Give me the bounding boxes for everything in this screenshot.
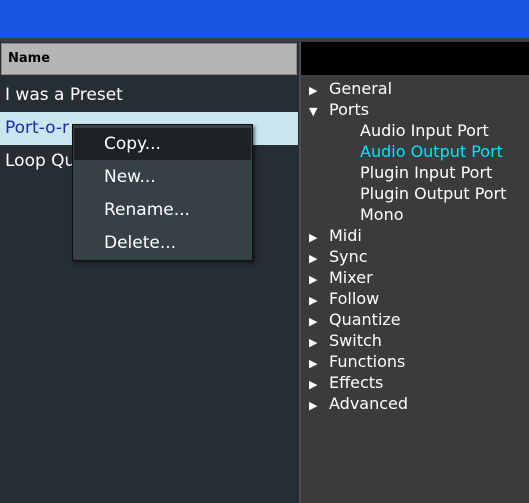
tree-item-effects[interactable]: ▶ Effects: [309, 372, 383, 393]
list-item[interactable]: I was a Preset: [0, 79, 298, 112]
expand-arrow-icon[interactable]: ▶: [309, 80, 329, 101]
tree-item-label: Functions: [329, 352, 406, 371]
column-header-name[interactable]: Name: [1, 43, 297, 75]
tree-item-label: Advanced: [329, 394, 409, 413]
tree-item-audio-input-port[interactable]: Audio Input Port: [360, 120, 489, 141]
expand-arrow-icon[interactable]: ▶: [309, 395, 329, 416]
tree-item-functions[interactable]: ▶ Functions: [309, 351, 405, 372]
tree-item-label: Ports: [329, 100, 370, 119]
tree-item-label: General: [329, 79, 393, 98]
tree-item-quantize[interactable]: ▶ Quantize: [309, 309, 401, 330]
tree-item-mono[interactable]: Mono: [360, 204, 404, 225]
tree-item-general[interactable]: ▶ General: [309, 78, 392, 99]
expand-arrow-icon[interactable]: ▶: [309, 374, 329, 395]
menu-item-copy[interactable]: Copy...: [74, 128, 251, 160]
expand-arrow-icon[interactable]: ▶: [309, 332, 329, 353]
settings-tree-panel: ▶ General ▼ Ports Audio Input Port Audio O…: [301, 42, 529, 503]
tree-item-label: Mixer: [329, 268, 373, 287]
menu-item-delete[interactable]: Delete...: [74, 227, 251, 259]
tree-item-advanced[interactable]: ▶ Advanced: [309, 393, 408, 414]
tree-item-ports[interactable]: ▼ Ports: [309, 99, 369, 120]
tree-item-mixer[interactable]: ▶ Mixer: [309, 267, 373, 288]
tree-item-audio-output-port[interactable]: Audio Output Port: [360, 141, 503, 162]
expand-arrow-icon[interactable]: ▶: [309, 269, 329, 290]
tree-item-label: Sync: [329, 247, 368, 266]
menu-item-rename[interactable]: Rename...: [74, 194, 251, 226]
tree-header: [301, 42, 529, 75]
tree-item-sync[interactable]: ▶ Sync: [309, 246, 368, 267]
tree-item-midi[interactable]: ▶ Midi: [309, 225, 362, 246]
tree-item-label: Midi: [329, 226, 362, 245]
menu-item-new[interactable]: New...: [74, 161, 251, 193]
expand-arrow-icon[interactable]: ▶: [309, 353, 329, 374]
tree-item-label: Effects: [329, 373, 384, 392]
expand-arrow-icon[interactable]: ▶: [309, 311, 329, 332]
tree-item-label: Switch: [329, 331, 382, 350]
expand-arrow-icon[interactable]: ▶: [309, 227, 329, 248]
tree-item-switch[interactable]: ▶ Switch: [309, 330, 382, 351]
collapse-arrow-icon[interactable]: ▼: [309, 101, 329, 122]
tree-item-plugin-output-port[interactable]: Plugin Output Port: [360, 183, 506, 204]
tree-item-label: Quantize: [329, 310, 401, 329]
preset-list-panel: Name I was a Preset Port-o-r Loop Qu: [0, 42, 299, 503]
tree-item-plugin-input-port[interactable]: Plugin Input Port: [360, 162, 492, 183]
tree-item-follow[interactable]: ▶ Follow: [309, 288, 379, 309]
expand-arrow-icon[interactable]: ▶: [309, 248, 329, 269]
context-menu: Copy... New... Rename... Delete...: [72, 124, 253, 261]
title-bar: [0, 0, 529, 38]
expand-arrow-icon[interactable]: ▶: [309, 290, 329, 311]
tree-item-label: Follow: [329, 289, 380, 308]
